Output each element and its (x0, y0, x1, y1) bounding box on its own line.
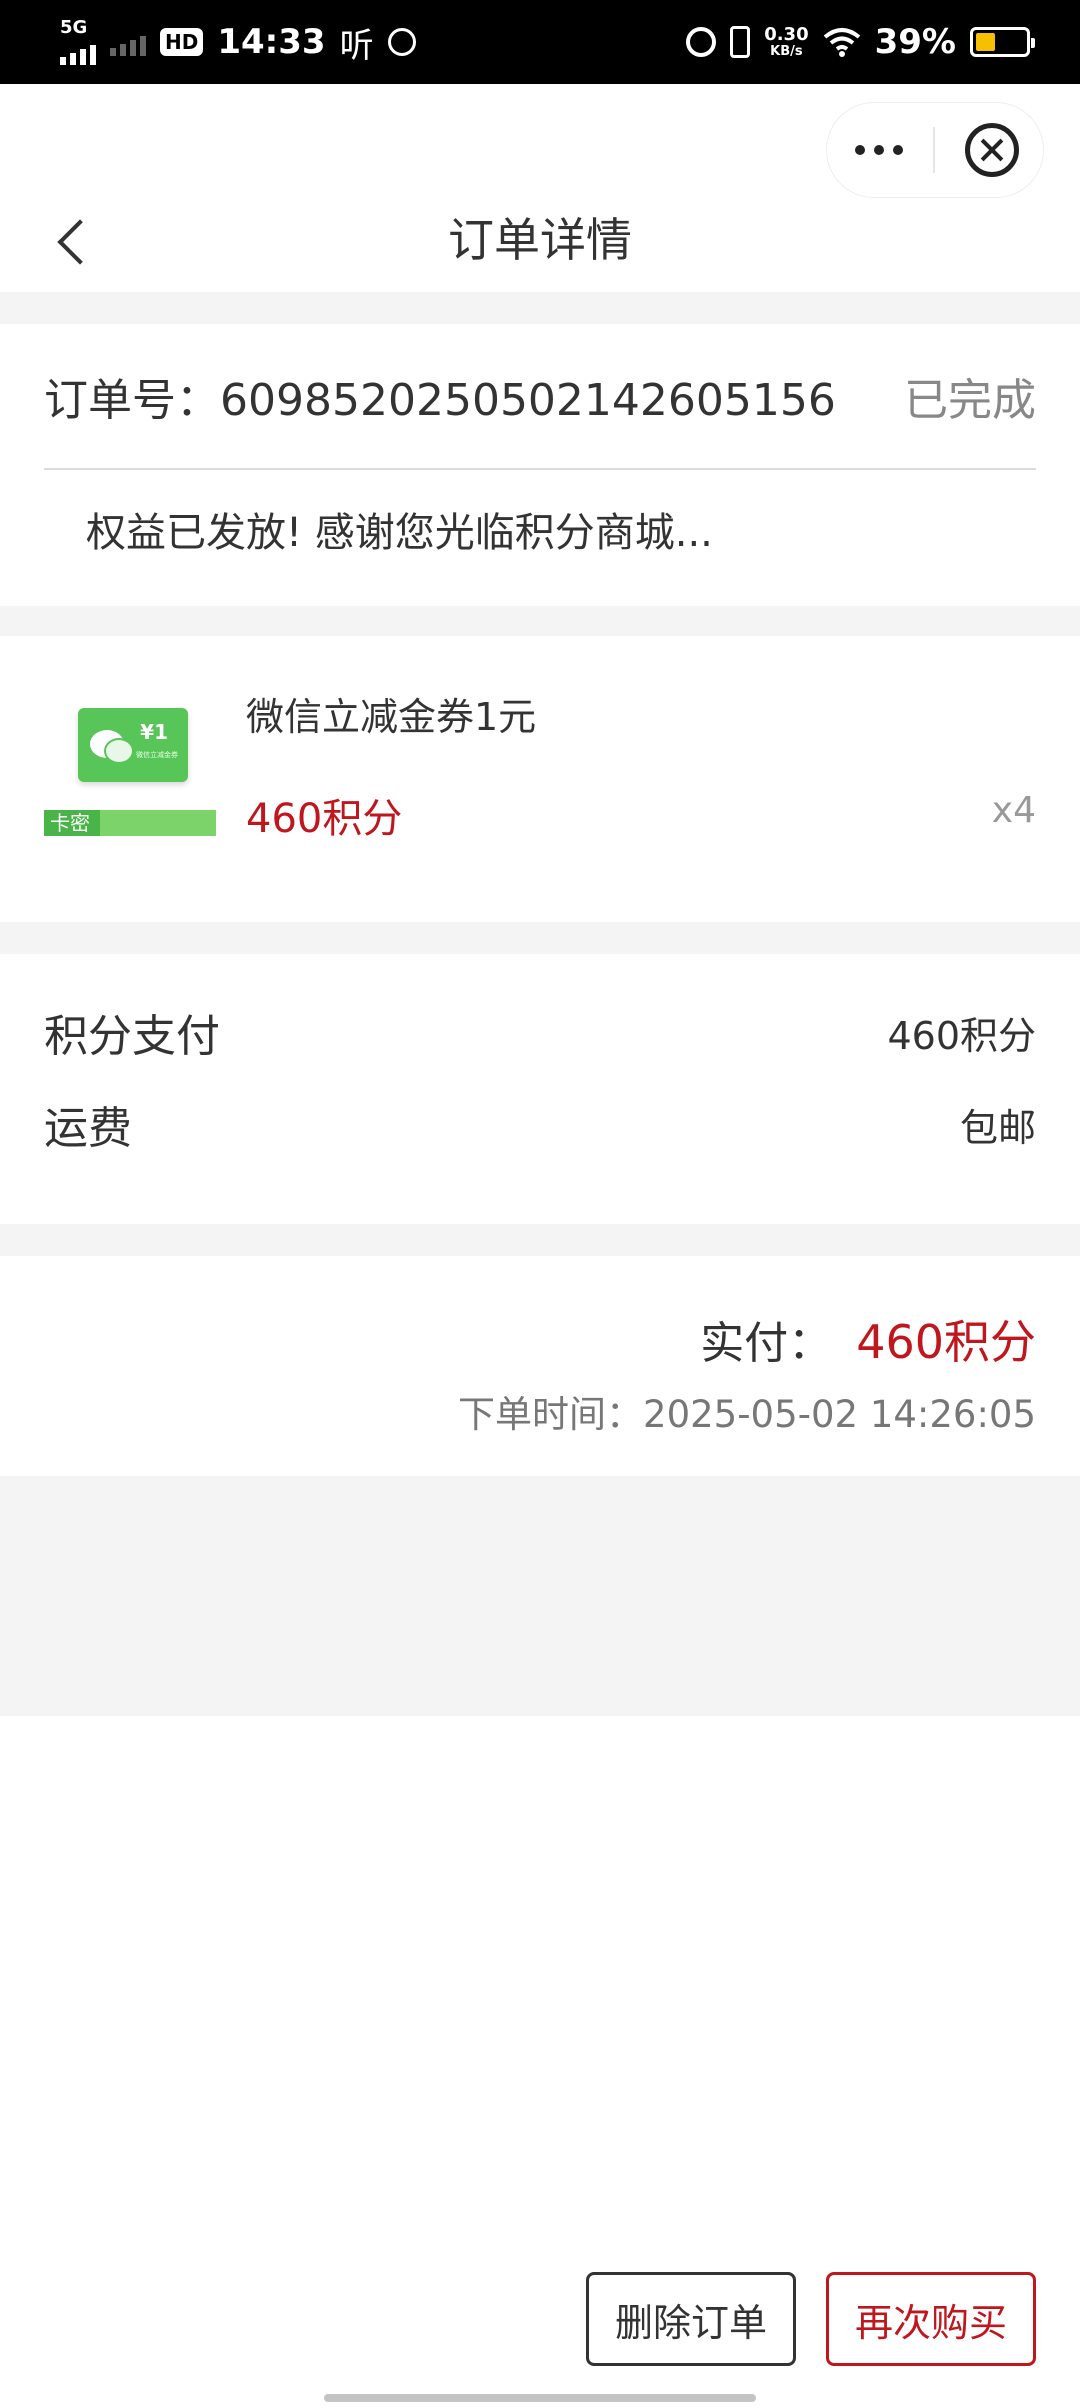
card-code-bar: 卡密 (44, 810, 216, 836)
nav-bar: 订单详情 (0, 190, 1080, 290)
battery-icon (970, 27, 1035, 57)
order-number-label: 订单号： (44, 375, 220, 426)
wifi-icon (823, 28, 860, 57)
page-title: 订单详情 (448, 213, 632, 267)
section-divider (0, 292, 1080, 324)
order-info-card: 订单号：6098520250502142605156 已完成 权益已发放! 感谢… (0, 324, 1080, 606)
coupon-thumbnail: ¥1 微信立减金券 (78, 708, 188, 782)
listen-icon: 听 (339, 25, 374, 66)
order-notice: 权益已发放! 感谢您光临积分商城... (86, 510, 713, 556)
battery-percent: 39% (874, 22, 956, 62)
section-divider (0, 606, 1080, 636)
section-divider (0, 1224, 1080, 1256)
status-bar: 5G HD 14:33 听 0.30 KB/s 39% (0, 0, 1080, 84)
coupon-subtitle: 微信立减金券 (136, 751, 178, 759)
product-card[interactable]: ¥1 微信立减金券 卡密 微信立减金券1元 460积分 x4 (0, 636, 1080, 922)
points-payment-label: 积分支付 (44, 1011, 220, 1062)
hd-icon: HD (160, 28, 204, 56)
summary-card: 实付： 460积分 下单时间：2025-05-02 14:26:05 (0, 1256, 1080, 1476)
network-type: 5G (60, 17, 88, 38)
delete-order-button[interactable]: 删除订单 (586, 2272, 796, 2366)
more-icon[interactable] (855, 145, 903, 155)
close-icon[interactable] (965, 123, 1019, 177)
product-image: ¥1 微信立减金券 卡密 (44, 702, 216, 842)
back-icon[interactable] (50, 212, 90, 268)
points-payment-row: 积分支付 460积分 (44, 1002, 1036, 1062)
product-price: 460积分 (246, 796, 403, 842)
rebuy-button[interactable]: 再次购买 (826, 2272, 1036, 2366)
app-notification-icon (387, 28, 416, 56)
net-speed-unit: KB/s (770, 43, 803, 59)
signal-icon (60, 37, 96, 65)
capsule-divider (933, 127, 935, 173)
home-indicator[interactable] (324, 2394, 756, 2402)
wechat-icon (90, 730, 134, 764)
card-code-tag: 卡密 (44, 810, 100, 836)
alarm-icon (686, 27, 717, 57)
miniprogram-capsule (826, 102, 1044, 198)
clock: 14:33 (217, 22, 326, 62)
vibrate-icon (730, 26, 751, 58)
paid-label: 实付： (700, 1318, 833, 1369)
order-status: 已完成 (904, 375, 1036, 426)
grey-spacer (0, 1476, 1080, 1716)
product-quantity: x4 (991, 790, 1036, 831)
net-speed-value: 0.30 (764, 23, 809, 45)
order-number-row: 订单号：6098520250502142605156 已完成 (44, 324, 1036, 470)
payment-card: 积分支付 460积分 运费 包邮 (0, 954, 1080, 1224)
points-payment-value: 460积分 (887, 1013, 1036, 1058)
order-number: 订单号：6098520250502142605156 (44, 364, 836, 428)
shipping-row: 运费 包邮 (44, 1094, 1036, 1154)
net-speed: 0.30 KB/s (764, 23, 809, 59)
product-name: 微信立减金券1元 (246, 695, 537, 739)
order-number-value: 6098520250502142605156 (220, 375, 836, 426)
paid-row: 实付： 460积分 (700, 1306, 1036, 1372)
shipping-value: 包邮 (959, 1105, 1036, 1150)
paid-value: 460积分 (856, 1315, 1036, 1369)
section-divider (0, 922, 1080, 954)
signal-icon-secondary (110, 28, 146, 56)
shipping-label: 运费 (44, 1103, 132, 1154)
coupon-value: ¥1 (140, 720, 168, 744)
order-time: 下单时间：2025-05-02 14:26:05 (458, 1393, 1036, 1436)
